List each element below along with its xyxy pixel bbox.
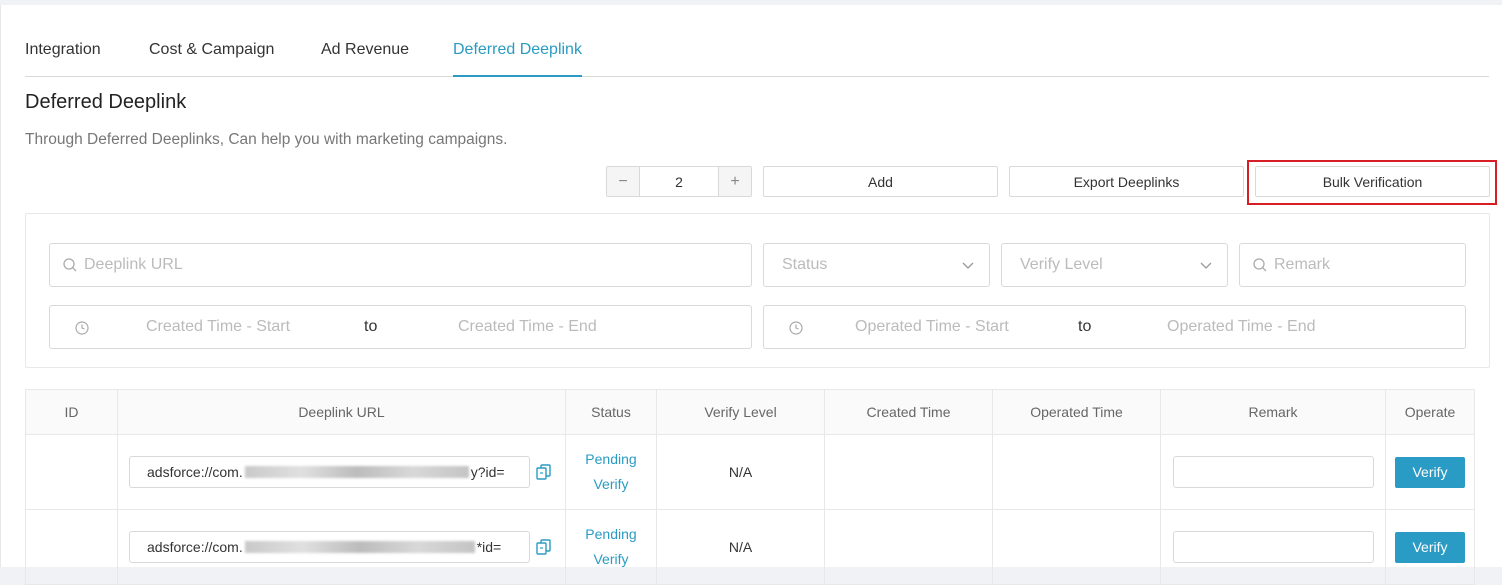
table-row: adsforce://com. *id= Pending Verify N/A V… xyxy=(25,509,1475,585)
column-header-operate: Operate xyxy=(1385,389,1475,435)
column-header-verify-level: Verify Level xyxy=(656,389,825,435)
url-suffix: y?id= xyxy=(470,464,505,480)
search-icon xyxy=(1253,258,1267,272)
tab-deferred-deeplink[interactable]: Deferred Deeplink xyxy=(453,41,582,77)
created-time-separator: to xyxy=(364,318,378,335)
cell-deeplink-url: adsforce://com. *id= xyxy=(117,509,566,585)
cell-operate: Verify xyxy=(1385,509,1475,585)
cell-deeplink-url: adsforce://com. y?id= xyxy=(117,434,566,510)
remark-input[interactable] xyxy=(1172,456,1374,488)
page-title: Deferred Deeplink xyxy=(25,91,187,113)
operated-time-range-picker[interactable]: Operated Time - Start to Operated Time -… xyxy=(763,305,1466,349)
quantity-stepper: − 2 + xyxy=(606,166,752,197)
redacted-text xyxy=(244,541,475,553)
cell-created-time xyxy=(824,509,993,585)
url-prefix: adsforce://com. xyxy=(147,464,243,480)
deeplink-url-placeholder: Deeplink URL xyxy=(84,256,183,273)
cell-status: Pending Verify xyxy=(565,509,657,585)
status-pending-line2[interactable]: Verify xyxy=(566,472,656,497)
quantity-value[interactable]: 2 xyxy=(640,167,718,196)
column-header-status: Status xyxy=(565,389,657,435)
status-placeholder: Status xyxy=(782,256,828,273)
url-prefix: adsforce://com. xyxy=(147,539,243,555)
column-header-remark: Remark xyxy=(1160,389,1386,435)
cell-operated-time xyxy=(992,509,1161,585)
cell-verify-level: N/A xyxy=(656,509,825,585)
deeplink-url-field[interactable]: adsforce://com. *id= xyxy=(129,531,530,563)
chevron-down-icon xyxy=(1200,262,1212,269)
deeplink-url-search-input[interactable]: Deeplink URL xyxy=(49,243,752,287)
cell-operate: Verify xyxy=(1385,434,1475,510)
status-pending-line1[interactable]: Pending xyxy=(566,522,656,547)
cell-remark xyxy=(1160,434,1386,510)
export-deeplinks-button[interactable]: Export Deeplinks xyxy=(1009,166,1244,197)
cell-id xyxy=(25,434,118,510)
remark-input[interactable] xyxy=(1172,531,1374,563)
search-icon xyxy=(63,258,77,272)
status-select[interactable]: Status xyxy=(763,243,990,287)
decrement-button[interactable]: − xyxy=(607,167,640,196)
bulk-verification-button[interactable]: Bulk Verification xyxy=(1255,166,1490,197)
chevron-down-icon xyxy=(962,262,974,269)
status-pending-line2[interactable]: Verify xyxy=(566,547,656,572)
verify-button[interactable]: Verify xyxy=(1395,531,1465,563)
operated-time-start[interactable]: Operated Time - Start xyxy=(855,318,1009,336)
created-time-end[interactable]: Created Time - End xyxy=(458,318,597,336)
page-description: Through Deferred Deeplinks, Can help you… xyxy=(25,131,508,148)
tab-integration[interactable]: Integration xyxy=(25,41,101,77)
copy-icon[interactable] xyxy=(535,463,553,481)
cell-remark xyxy=(1160,509,1386,585)
tab-bar: Integration Cost & Campaign Ad Revenue D… xyxy=(25,37,1489,77)
tab-ad-revenue[interactable]: Ad Revenue xyxy=(321,41,409,77)
verify-level-select[interactable]: Verify Level xyxy=(1001,243,1228,287)
redacted-text xyxy=(244,466,469,478)
column-header-created-time: Created Time xyxy=(824,389,993,435)
operated-time-separator: to xyxy=(1078,318,1092,335)
table-row: adsforce://com. y?id= Pending Verify N/A … xyxy=(25,434,1475,510)
created-time-range-picker[interactable]: Created Time - Start to Created Time - E… xyxy=(49,305,752,349)
remark-placeholder: Remark xyxy=(1274,256,1331,273)
operated-time-end[interactable]: Operated Time - End xyxy=(1167,318,1316,336)
copy-icon[interactable] xyxy=(535,538,553,556)
deferred-deeplink-card: Integration Cost & Campaign Ad Revenue D… xyxy=(0,5,1502,585)
deeplink-table: ID Deeplink URL Status Verify Level Crea… xyxy=(25,389,1475,585)
increment-button[interactable]: + xyxy=(718,167,751,196)
cell-status: Pending Verify xyxy=(565,434,657,510)
tab-cost-campaign[interactable]: Cost & Campaign xyxy=(149,41,274,77)
status-pending-line1[interactable]: Pending xyxy=(566,447,656,472)
cell-created-time xyxy=(824,434,993,510)
cell-verify-level: N/A xyxy=(656,434,825,510)
cell-id xyxy=(25,509,118,585)
remark-search-input[interactable]: Remark xyxy=(1239,243,1466,287)
verify-level-placeholder: Verify Level xyxy=(1020,256,1103,273)
add-button[interactable]: Add xyxy=(763,166,998,197)
verify-button[interactable]: Verify xyxy=(1395,456,1465,488)
column-header-deeplink-url: Deeplink URL xyxy=(117,389,566,435)
cell-operated-time xyxy=(992,434,1161,510)
column-header-operated-time: Operated Time xyxy=(992,389,1161,435)
deeplink-url-field[interactable]: adsforce://com. y?id= xyxy=(129,456,530,488)
table-header-row: ID Deeplink URL Status Verify Level Crea… xyxy=(25,389,1475,435)
column-header-id: ID xyxy=(25,389,118,435)
created-time-start[interactable]: Created Time - Start xyxy=(146,318,290,336)
url-suffix: *id= xyxy=(476,539,502,555)
filter-panel: Deeplink URL Status Verify Level Remark … xyxy=(25,213,1490,368)
clock-icon xyxy=(789,321,803,335)
clock-icon xyxy=(75,321,89,335)
